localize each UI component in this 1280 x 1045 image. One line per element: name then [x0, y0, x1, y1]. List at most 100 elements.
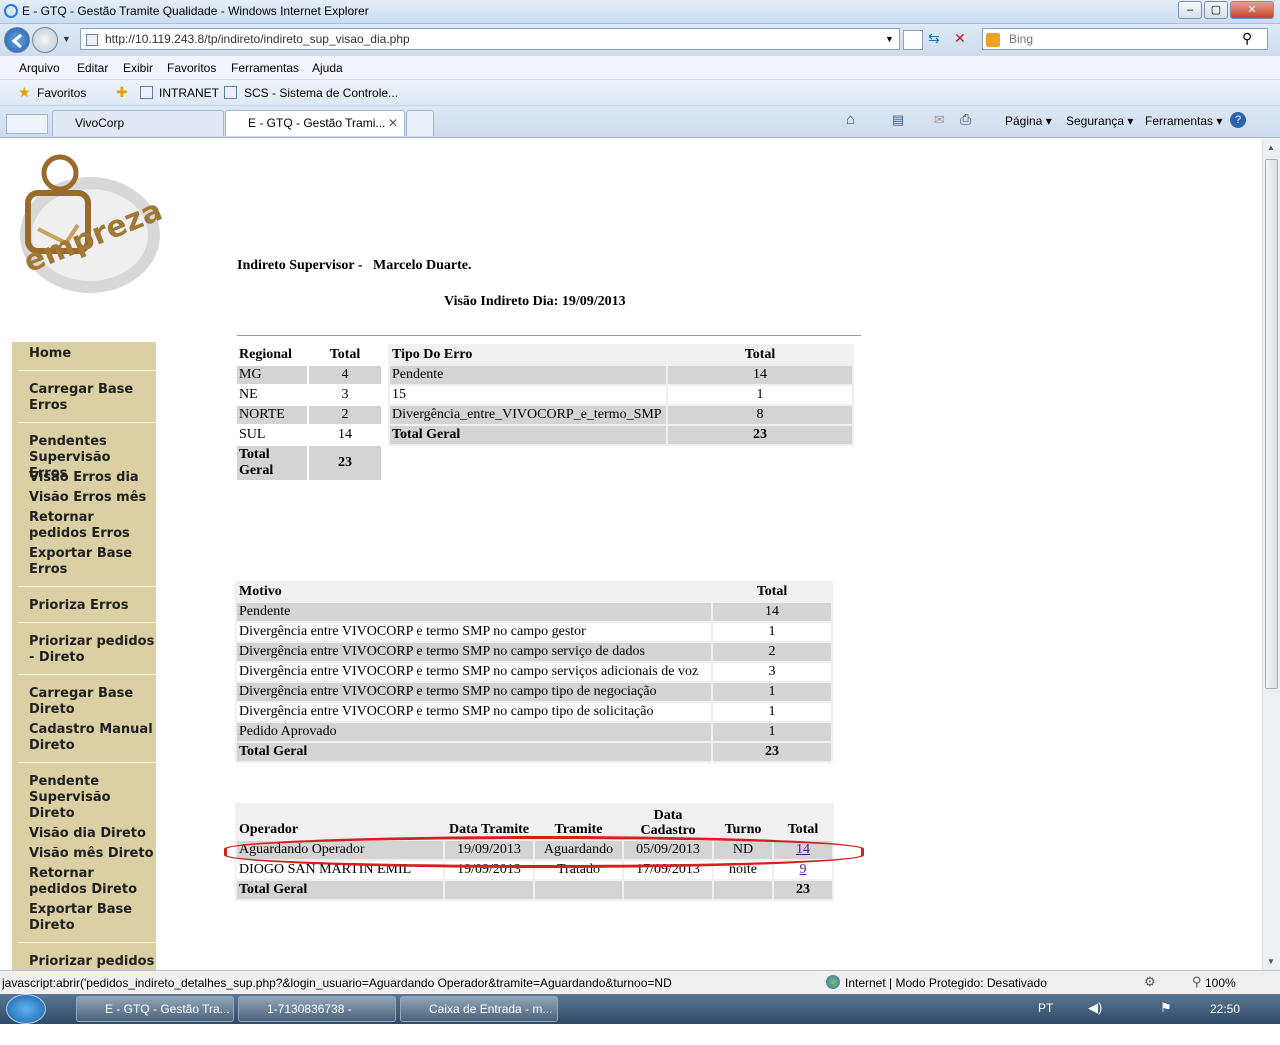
zoom-level[interactable]: 100% [1205, 976, 1236, 990]
cell: NE [237, 386, 307, 404]
feeds-icon[interactable]: ▤ [892, 112, 904, 128]
tab-vivocorp[interactable]: VivoCorp [52, 110, 224, 136]
volume-icon[interactable]: ◀) [1088, 1000, 1102, 1016]
taskbar-item-inbox[interactable]: Caixa de Entrada - m... [400, 996, 558, 1022]
fav-link-scs[interactable]: SCS - Sistema de Controle... [244, 86, 398, 100]
sidebar-item-carregar-base-direto[interactable]: Carregar Base Direto [29, 686, 153, 718]
cell: 3 [713, 663, 831, 681]
search-input[interactable]: Bing [982, 28, 1268, 50]
cmd-seguranca[interactable]: Segurança ▾ [1066, 114, 1133, 128]
cell: 1 [768, 724, 776, 739]
cell: NORTE [239, 407, 285, 422]
close-tab-icon[interactable]: ✕ [388, 111, 398, 135]
sidebar-item-exportar-base-erros[interactable]: Exportar Base Erros [29, 546, 153, 578]
language-indicator[interactable]: PT [1038, 1001, 1053, 1015]
menu-favoritos[interactable]: Favoritos [167, 61, 216, 75]
menu-ajuda[interactable]: Ajuda [312, 61, 343, 75]
sidebar-item-cadastro-manual-direto[interactable]: Cadastro Manual Direto [29, 722, 155, 754]
cell: 1 [668, 386, 852, 404]
column-header: Data Tramite [449, 822, 529, 837]
sidebar-divider [18, 622, 156, 623]
tipo-erro-table: Tipo Do Erro Total Pendente 14 15 1 Diverg… [388, 344, 854, 446]
sidebar-item-prioriza-erros[interactable]: Prioriza Erros [29, 598, 128, 614]
flag-icon[interactable]: ⚑ [1160, 1000, 1172, 1016]
sidebar: Home Carregar Base Erros Pendentes Super… [12, 342, 156, 970]
help-icon[interactable]: ? [1230, 112, 1246, 128]
add-favorite-icon[interactable]: ✚ [116, 84, 128, 101]
scrollbar-thumb[interactable] [1265, 159, 1278, 689]
tab-gtq[interactable]: E - GTQ - Gestão Trami... ✕ [225, 110, 405, 136]
tab-label: VivoCorp [75, 116, 125, 130]
history-dropdown-icon[interactable]: ▼ [62, 34, 71, 44]
maximize-button[interactable]: ▢ [1204, 1, 1228, 19]
total-link[interactable]: 9 [800, 862, 807, 877]
protected-mode-icon[interactable]: ⚙ [1144, 974, 1156, 990]
sidebar-item-visao-mes-direto[interactable]: Visão mês Direto [29, 846, 154, 862]
start-button[interactable] [6, 994, 46, 1024]
sidebar-item-priorizar-pedidos-direto[interactable]: Priorizar pedidos - Direto [29, 634, 155, 666]
sidebar-divider [18, 674, 156, 675]
scroll-up-icon[interactable]: ▲ [1267, 143, 1275, 152]
page-subtitle: Visão Indireto Dia: 19/09/2013 [444, 294, 626, 309]
favorites-button[interactable]: Favoritos [37, 86, 86, 100]
cell: 2 [768, 644, 776, 659]
quick-tabs-icon[interactable] [6, 114, 48, 134]
cmd-ferramentas[interactable]: Ferramentas ▾ [1145, 114, 1222, 128]
sidebar-item-exportar-base-direto[interactable]: Exportar Base Direto [29, 902, 153, 934]
zoom-icon[interactable]: ⚲ [1192, 974, 1202, 990]
sidebar-item-carregar-base-erros[interactable]: Carregar Base Erros [29, 382, 153, 414]
new-tab-button[interactable] [406, 110, 434, 136]
tab-bar: VivoCorp E - GTQ - Gestão Trami... ✕ ⌂ ▤ … [0, 106, 1280, 138]
stop-icon[interactable]: ✕ [954, 30, 966, 47]
menu-editar[interactable]: Editar [77, 61, 108, 75]
fav-link-intranet[interactable]: INTRANET [159, 86, 219, 100]
compat-view-icon[interactable] [903, 30, 923, 50]
table-header-row: Regional Total [237, 346, 381, 364]
menu-bar: Arquivo Editar Exibir Favoritos Ferramen… [0, 56, 1280, 80]
highlight-annotation [224, 836, 864, 868]
cell: 23 [753, 427, 767, 442]
home-icon[interactable]: ⌂ [846, 111, 855, 128]
taskbar-item-gtq[interactable]: E - GTQ - Gestão Tra... [76, 996, 234, 1022]
column-header: Data Cadastro [640, 808, 696, 838]
address-dropdown-icon[interactable]: ▼ [885, 34, 894, 44]
taskbar-item-search[interactable]: 1-7130836738 - Resul... [238, 996, 396, 1040]
cell: Pendente [392, 367, 444, 382]
scroll-down-icon[interactable]: ▼ [1267, 957, 1275, 966]
sidebar-item-retornar-pedidos-erros[interactable]: Retornar pedidos Erros [29, 510, 155, 542]
sidebar-item-retornar-pedidos-direto[interactable]: Retornar pedidos Direto [29, 866, 155, 898]
address-input[interactable]: http://10.119.243.8/tp/indireto/indireto… [80, 28, 900, 50]
forward-button[interactable] [32, 27, 58, 53]
sidebar-divider [18, 422, 156, 423]
refresh-icon[interactable]: ⇆ [928, 30, 940, 47]
minimize-button[interactable]: – [1178, 1, 1202, 19]
sidebar-item-visao-erros-dia[interactable]: Visão Erros dia [29, 470, 139, 486]
menu-exibir[interactable]: Exibir [123, 61, 153, 75]
close-button[interactable]: ✕ [1230, 1, 1274, 19]
menu-ferramentas[interactable]: Ferramentas [231, 61, 299, 75]
cmd-pagina[interactable]: Página ▾ [1005, 114, 1052, 128]
cell: MG [239, 367, 262, 382]
print-icon[interactable]: ⎙ [960, 111, 971, 128]
favorites-bar: ★ Favoritos ✚ INTRANET SCS - Sistema de … [0, 80, 1280, 106]
search-icon[interactable]: ⚲ [1242, 30, 1252, 47]
table-total-row: Total Geral 23 [390, 426, 852, 444]
sidebar-item-visao-erros-mes[interactable]: Visão Erros mês [29, 490, 146, 506]
back-button[interactable] [4, 27, 30, 53]
column-header: Turno [724, 822, 762, 837]
menu-arquivo[interactable]: Arquivo [19, 61, 60, 75]
vertical-scrollbar[interactable]: ▲ ▼ [1262, 139, 1280, 970]
sidebar-item-visao-dia-direto[interactable]: Visão dia Direto [29, 826, 146, 842]
sidebar-item-pendente-supervisao-direto[interactable]: Pendente Supervisão Direto [29, 774, 129, 822]
cell: Total Geral [239, 447, 274, 478]
cell: 14 [753, 367, 767, 382]
sidebar-item-priorizar-pedidos[interactable]: Priorizar pedidos [29, 954, 154, 970]
mail-icon[interactable]: ✉ [934, 112, 945, 128]
cell: Total Geral [239, 882, 308, 897]
search-placeholder: Bing [1009, 32, 1034, 46]
table-header-row: Tipo Do Erro Total [390, 346, 852, 364]
window-titlebar: E - GTQ - Gestão Tramite Qualidade - Win… [0, 0, 1280, 24]
taskbar-label: 1-7130836738 - Resul... [267, 1002, 352, 1040]
cell: Total Geral [392, 427, 461, 442]
sidebar-item-home[interactable]: Home [29, 346, 71, 362]
